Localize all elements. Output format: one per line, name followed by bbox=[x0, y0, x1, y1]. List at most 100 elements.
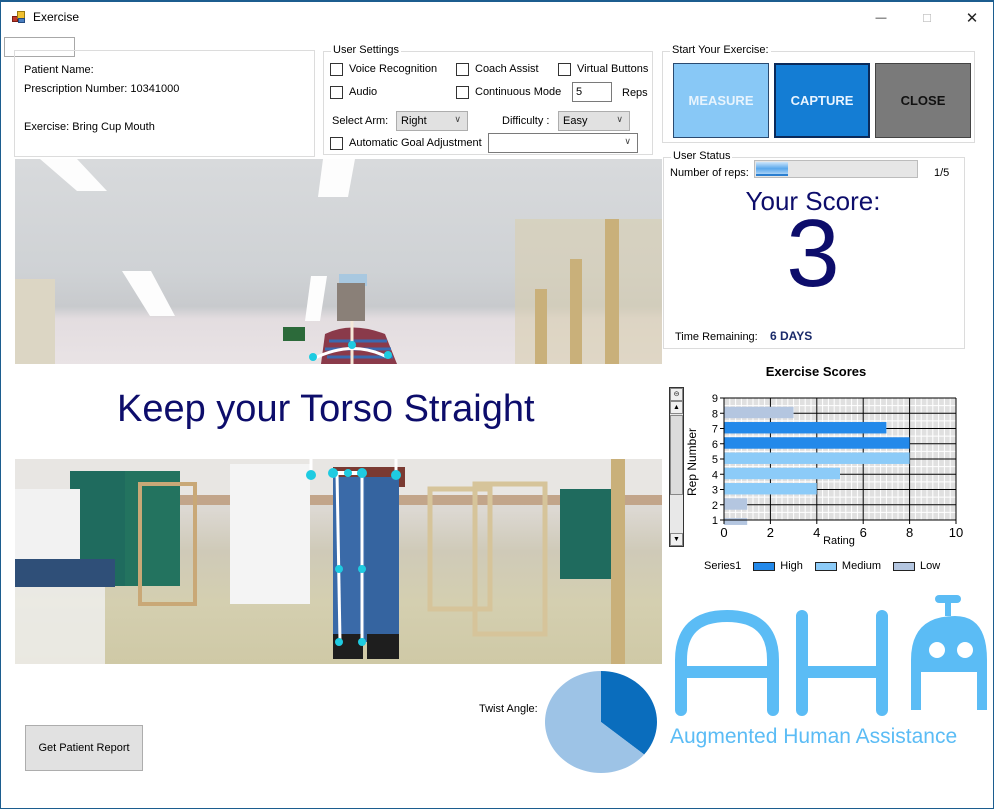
difficulty-dropdown[interactable]: Easy ∨ bbox=[558, 111, 630, 131]
time-remaining-value: 6 DAYS bbox=[770, 329, 813, 343]
chevron-down-icon: ∨ bbox=[454, 114, 461, 124]
continuous-mode-checkbox[interactable] bbox=[456, 86, 469, 99]
ceiling-light bbox=[318, 159, 355, 197]
title-bar: Exercise — ☐ ✕ bbox=[1, 2, 993, 34]
x-tick-label: 6 bbox=[860, 525, 867, 540]
instruction-text: Keep your Torso Straight bbox=[117, 388, 535, 430]
bar-rep-6 bbox=[724, 437, 910, 449]
bar-rep-8 bbox=[724, 406, 794, 419]
person-shirt bbox=[321, 327, 397, 364]
x-tick-label: 10 bbox=[949, 525, 963, 540]
skeleton-joint bbox=[358, 565, 366, 573]
select-arm-label: Select Arm: bbox=[332, 115, 389, 127]
x-tick-label: 8 bbox=[906, 525, 913, 540]
time-remaining-label: Time Remaining: bbox=[675, 331, 758, 343]
logo-robot-eye bbox=[929, 642, 945, 658]
blurred-face bbox=[337, 283, 365, 321]
y-axis-label: Rep Number bbox=[685, 428, 699, 496]
app-icon bbox=[12, 11, 26, 24]
window-title: Exercise bbox=[33, 10, 80, 24]
logo-letter-h bbox=[796, 610, 888, 716]
green-mat bbox=[560, 489, 615, 579]
green-mat bbox=[125, 471, 180, 586]
prescription-number: Prescription Number: 10341000 bbox=[24, 83, 180, 95]
logo-letter-a bbox=[675, 609, 779, 716]
chevron-down-icon: ∨ bbox=[624, 136, 631, 146]
audio-label: Audio bbox=[349, 86, 378, 98]
ceiling-light bbox=[122, 271, 175, 316]
bar-rep-4 bbox=[724, 467, 840, 480]
skeleton-joint bbox=[335, 565, 343, 573]
bar-rep-3 bbox=[724, 483, 817, 495]
skeleton-joint bbox=[357, 468, 367, 478]
exercise-window: Exercise — ☐ ✕ Patient Name: Prescriptio… bbox=[0, 0, 994, 809]
twist-angle-label: Twist Angle: bbox=[479, 703, 538, 715]
minimize-button[interactable]: — bbox=[858, 2, 904, 34]
close-window-button[interactable]: ✕ bbox=[949, 2, 994, 34]
virtual-buttons-checkbox[interactable] bbox=[558, 63, 571, 76]
ceiling-light bbox=[305, 276, 327, 321]
skeleton-joint bbox=[384, 351, 392, 359]
virtual-buttons-label: Virtual Buttons bbox=[577, 63, 649, 75]
select-arm-dropdown[interactable]: Right ∨ bbox=[396, 111, 468, 131]
reps-progress-fill bbox=[756, 162, 789, 176]
legend-label-low: Low bbox=[920, 560, 941, 572]
maximize-button[interactable]: ☐ bbox=[904, 2, 950, 34]
select-arm-value: Right bbox=[401, 115, 427, 127]
logo-robot-head bbox=[911, 616, 987, 710]
bar-rep-5 bbox=[724, 452, 910, 464]
ceiling-light bbox=[40, 159, 107, 191]
chair bbox=[427, 486, 493, 612]
skeleton-joint bbox=[358, 638, 366, 646]
wall bbox=[15, 279, 55, 364]
y-tick-label: 1 bbox=[712, 515, 718, 527]
y-tick-label: 7 bbox=[712, 424, 718, 436]
twist-angle-pie bbox=[545, 671, 657, 773]
get-patient-report-button[interactable]: Get Patient Report bbox=[25, 725, 143, 771]
coach-assist-label: Coach Assist bbox=[475, 63, 539, 75]
capture-button[interactable]: CAPTURE bbox=[774, 63, 870, 138]
user-settings-group: User Settings Voice Recognition Coach As… bbox=[323, 44, 653, 155]
logo-robot-eye bbox=[957, 642, 973, 658]
skeleton-joint bbox=[306, 470, 316, 480]
bar-rep-2 bbox=[724, 498, 748, 510]
person-shoe bbox=[367, 634, 399, 659]
exercise-name: Exercise: Bring Cup Mouth bbox=[24, 121, 155, 133]
close-icon: ✕ bbox=[965, 10, 979, 27]
legend-label-high: High bbox=[780, 560, 803, 572]
close-button[interactable]: CLOSE bbox=[875, 63, 971, 138]
wall-bar-post bbox=[605, 219, 619, 364]
difficulty-value: Easy bbox=[563, 115, 588, 127]
legend-label-medium: Medium bbox=[841, 560, 882, 572]
audio-checkbox[interactable] bbox=[330, 86, 343, 99]
auto-goal-label: Automatic Goal Adjustment bbox=[349, 137, 482, 149]
x-tick-label: 4 bbox=[813, 525, 820, 540]
exercise-scores-chart: 0 2 4 6 8 10123456789 Rep Number Rating bbox=[685, 393, 963, 547]
logo-robot-antenna-cap bbox=[935, 595, 961, 603]
auto-goal-checkbox[interactable] bbox=[330, 137, 343, 150]
y-tick-label: 9 bbox=[712, 393, 718, 405]
treatment-table bbox=[15, 559, 115, 587]
table-frame bbox=[15, 587, 105, 664]
camera-scene-lower bbox=[15, 459, 662, 664]
goal-dropdown[interactable]: ∨ bbox=[488, 133, 638, 153]
skeleton-joint bbox=[309, 353, 317, 361]
reps-progress-bar bbox=[754, 160, 918, 178]
coach-assist-checkbox[interactable] bbox=[456, 63, 469, 76]
legend-swatch-high bbox=[753, 561, 776, 571]
reps-input[interactable]: 5 bbox=[572, 82, 612, 102]
difficulty-label: Difficulty : bbox=[502, 115, 550, 127]
skeleton-joint bbox=[344, 469, 352, 477]
measure-button[interactable]: MEASURE bbox=[673, 63, 769, 138]
patient-name-label: Patient Name: bbox=[24, 64, 94, 76]
chevron-down-icon: ∨ bbox=[616, 114, 623, 124]
y-tick-label: 5 bbox=[712, 454, 718, 466]
patient-info-group: Patient Name: Prescription Number: 10341… bbox=[14, 50, 315, 157]
user-status-legend: User Status bbox=[671, 150, 733, 162]
instruction-banner: Keep your Torso Straight bbox=[15, 364, 662, 459]
aha-logo bbox=[675, 595, 987, 716]
chart-title: Exercise Scores bbox=[765, 364, 867, 379]
wall-bar-post bbox=[535, 289, 547, 364]
reps-count-text: 1/5 bbox=[934, 167, 950, 179]
voice-recognition-checkbox[interactable] bbox=[330, 63, 343, 76]
